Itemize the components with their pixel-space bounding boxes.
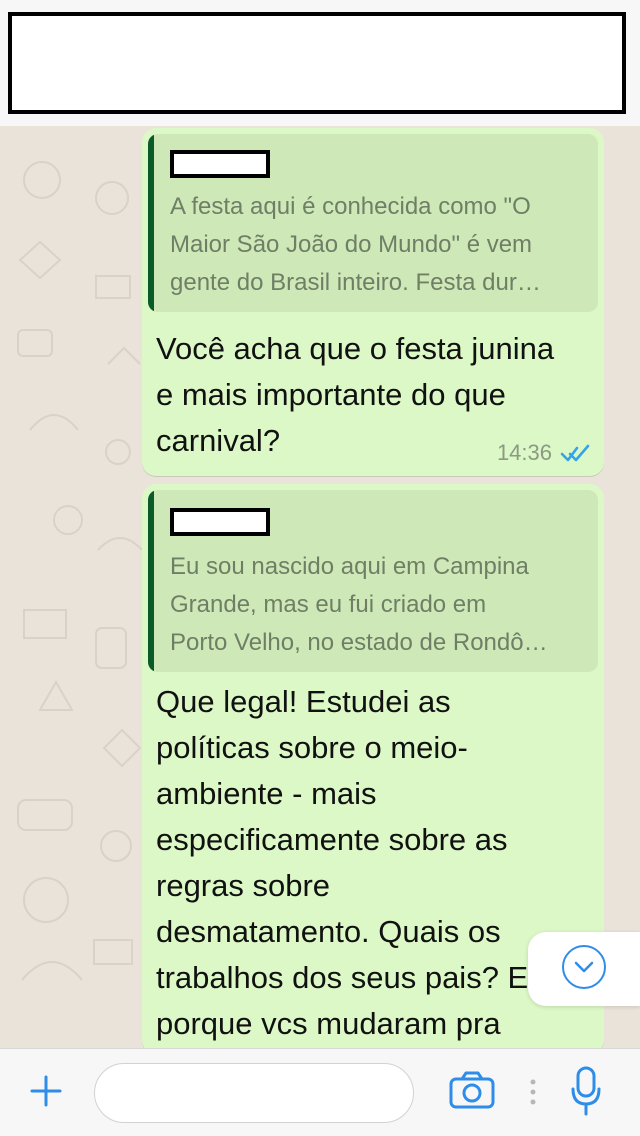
message-meta: 14:36: [497, 440, 590, 466]
plus-icon[interactable]: [28, 1073, 64, 1109]
camera-icon[interactable]: [448, 1069, 496, 1111]
chevron-down-icon: [574, 961, 594, 973]
message-composer: [0, 1048, 640, 1136]
reply-accent-bar: [148, 490, 154, 672]
reply-sender-redaction: [170, 508, 270, 536]
message-text: Que legal! Estudei as políticas sobre o …: [156, 684, 529, 1041]
reply-accent-bar: [148, 134, 154, 312]
reply-sender-redaction: [170, 150, 270, 178]
reply-text: A festa aqui é conhecida como "O Maior S…: [170, 193, 541, 296]
reply-preview[interactable]: A festa aqui é conhecida como "O Maior S…: [148, 134, 598, 312]
more-options-icon[interactable]: [528, 1077, 538, 1107]
double-check-icon: [560, 444, 590, 462]
scroll-to-bottom-button[interactable]: [528, 932, 640, 1006]
message-bubble[interactable]: A festa aqui é conhecida como "O Maior S…: [142, 128, 604, 476]
reply-preview[interactable]: Eu sou nascido aqui em Campina Grande, m…: [148, 490, 598, 672]
message-input[interactable]: [94, 1063, 414, 1123]
microphone-icon[interactable]: [568, 1065, 604, 1117]
contact-name-redaction: [8, 12, 626, 114]
message-time: 14:36: [496, 440, 552, 465]
top-bar: [0, 0, 640, 126]
reply-text: Eu sou nascido aqui em Campina Grande, m…: [170, 553, 548, 656]
